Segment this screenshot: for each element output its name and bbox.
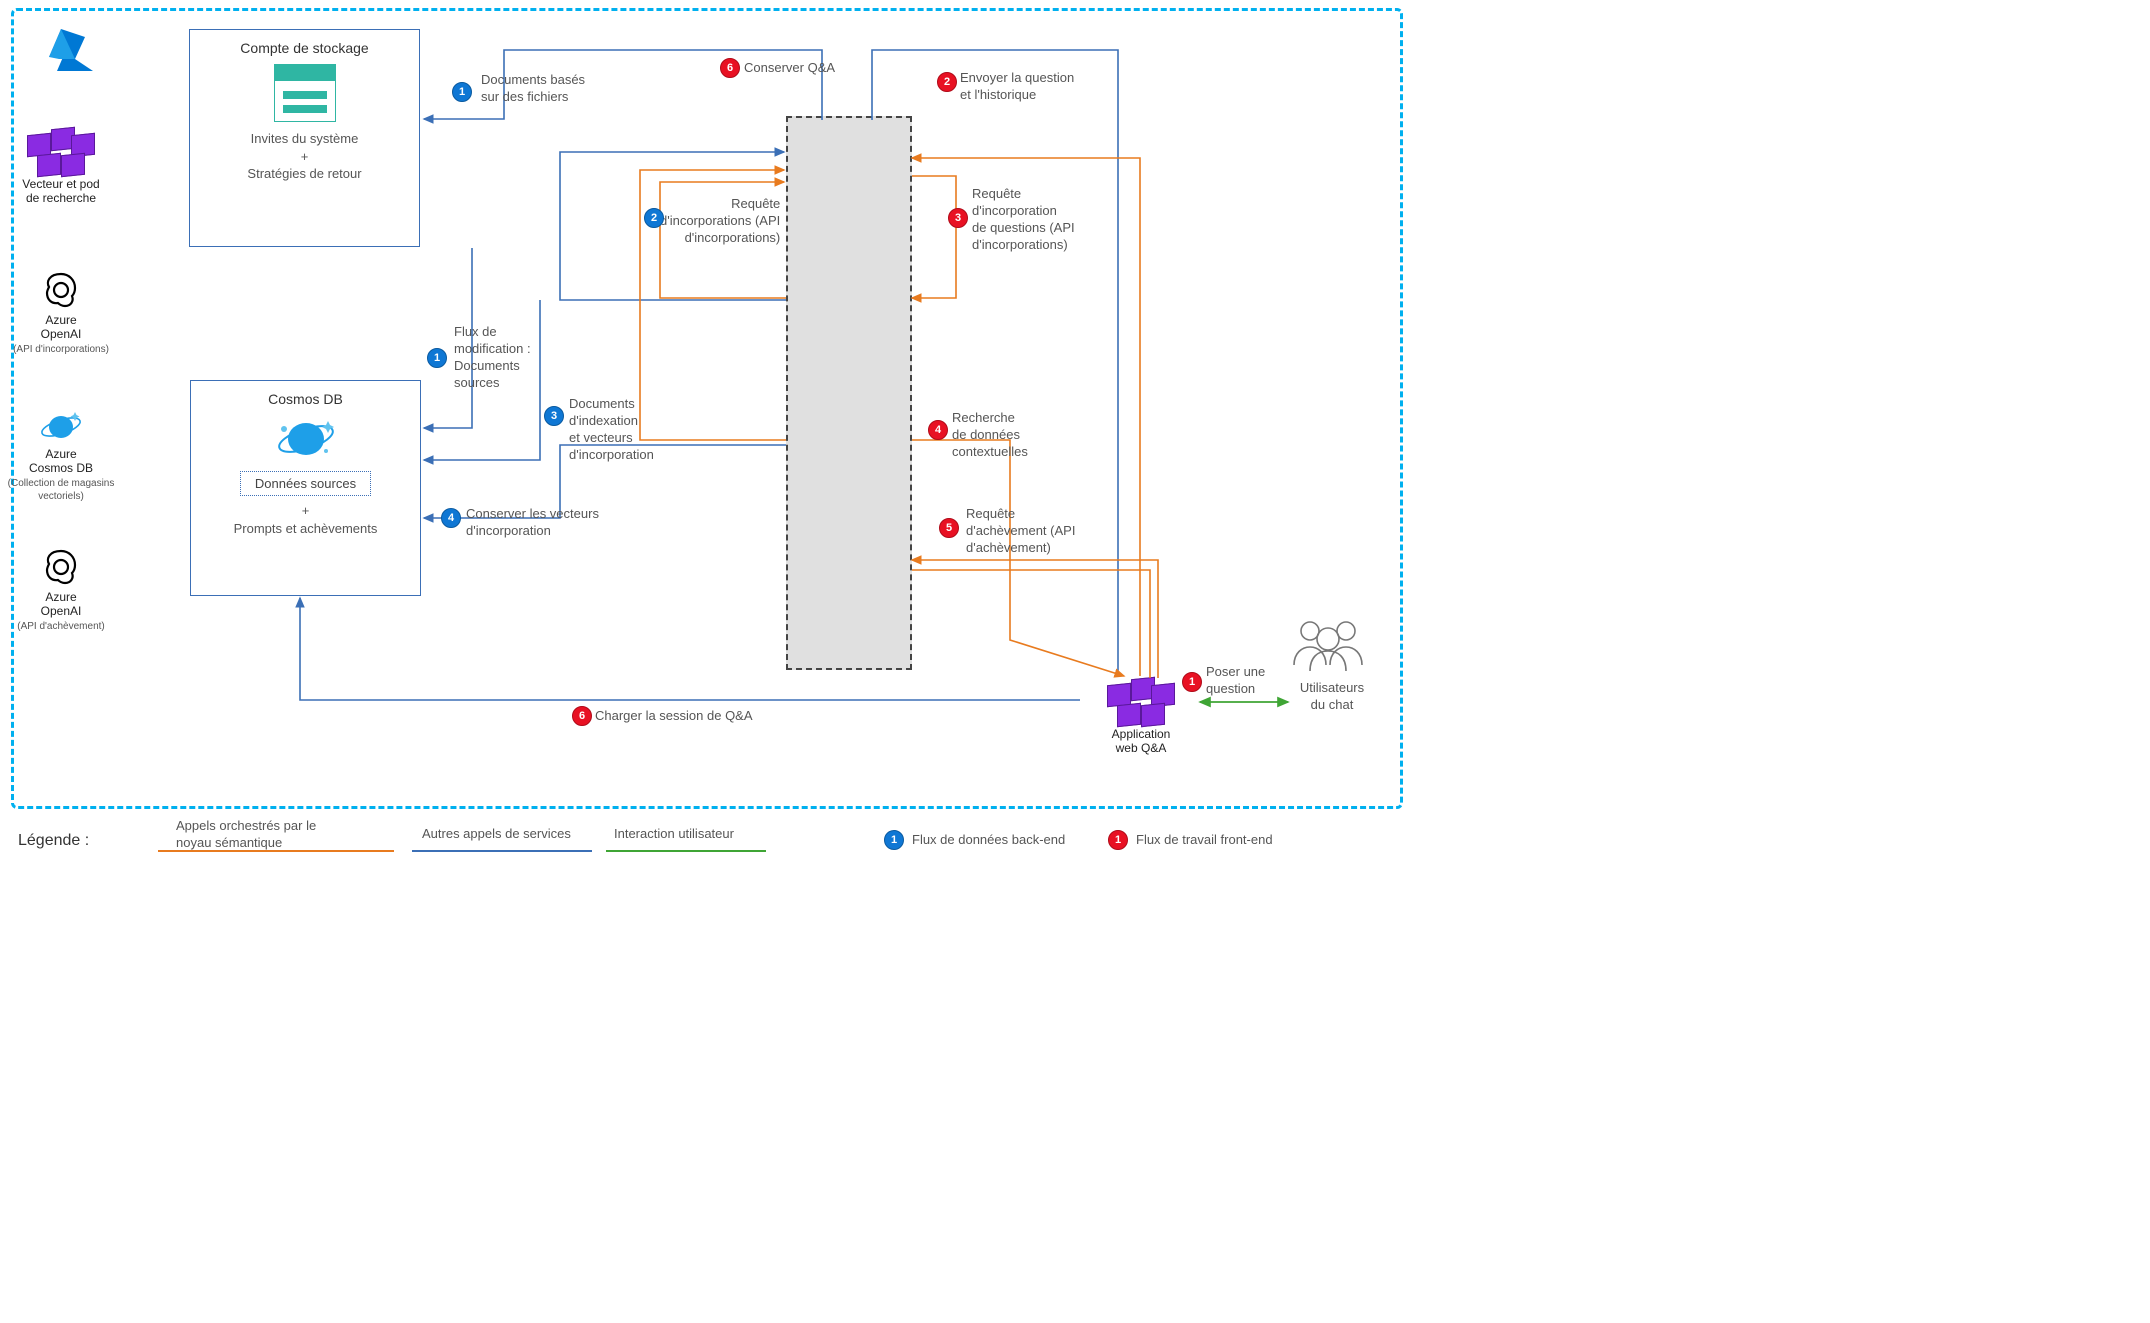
- openai-icon: [39, 268, 83, 312]
- step-red-5: 5: [939, 518, 959, 538]
- step-blue-1a: 1: [452, 82, 472, 102]
- legend-green: Interaction utilisateur: [614, 826, 734, 843]
- storage-sub1: Invites du système: [198, 130, 411, 148]
- cosmos-db-icon: [276, 415, 336, 463]
- step-red-3: 3: [948, 208, 968, 228]
- label-req-achev: Requête d'achèvement (API d'achèvement): [966, 506, 1075, 557]
- vector-search-service: Vecteur et podde recherche: [0, 128, 122, 206]
- cosmos-title: Cosmos DB: [199, 391, 412, 407]
- step-red-6a: 6: [720, 58, 740, 78]
- legend-line-blue: [412, 850, 592, 852]
- legend-title: Légende :: [18, 832, 89, 850]
- step-blue-1b: 1: [427, 348, 447, 368]
- cosmos-small-icon: [39, 408, 83, 446]
- storage-icon: [274, 64, 336, 122]
- legend-orange: Appels orchestrés par le noyau sémantiqu…: [176, 818, 316, 852]
- legend-num-blue: 1: [884, 830, 904, 850]
- users-icon: [1290, 615, 1366, 673]
- label-conserver-qa: Conserver Q&A: [744, 60, 835, 77]
- step-red-1: 1: [1182, 672, 1202, 692]
- legend-backend: Flux de données back-end: [912, 832, 1065, 849]
- label-conserver-vec: Conserver les vecteurs d'incorporation: [466, 506, 599, 540]
- label-docs-index: Documents d'indexation et vecteurs d'inc…: [569, 396, 654, 464]
- legend-line-orange: [158, 850, 394, 852]
- step-blue-2: 2: [644, 208, 664, 228]
- label-charger-session: Charger la session de Q&A: [595, 708, 753, 725]
- label-envoyer-q: Envoyer la question et l'historique: [960, 70, 1074, 104]
- webapp-service: Applicationweb Q&A: [1080, 678, 1202, 756]
- storage-title: Compte de stockage: [198, 40, 411, 56]
- step-red-2: 2: [937, 72, 957, 92]
- label-req-incorp-q: Requête d'incorporation de questions (AP…: [972, 186, 1075, 254]
- step-blue-3: 3: [544, 406, 564, 426]
- label-poser-q: Poser une question: [1206, 664, 1265, 698]
- cosmos-plus: +: [199, 502, 412, 520]
- cosmos-db-box: Cosmos DB Données sources + Prompts et a…: [190, 380, 421, 596]
- label-recherche-ctx: Recherche de données contextuelles: [952, 410, 1028, 461]
- azure-cosmos-vector: AzureCosmos DB(Collection de magasins ve…: [0, 408, 122, 503]
- legend-num-red: 1: [1108, 830, 1128, 850]
- storage-plus: +: [198, 148, 411, 166]
- containers-icon: [1107, 678, 1175, 728]
- step-blue-4: 4: [441, 508, 461, 528]
- users-label: Utilisateursdu chat: [1290, 680, 1374, 714]
- legend-blue: Autres appels de services: [422, 826, 571, 843]
- cosmos-inner: Données sources: [240, 471, 371, 496]
- azure-openai-completion: AzureOpenAI(API d'achèvement): [0, 545, 122, 632]
- legend-frontend: Flux de travail front-end: [1136, 832, 1273, 849]
- step-red-4: 4: [928, 420, 948, 440]
- azure-openai-embeddings: AzureOpenAI(API d'incorporations): [0, 268, 122, 355]
- label-flux-modif: Flux de modification : Documents sources: [454, 324, 531, 392]
- legend-line-green: [606, 850, 766, 852]
- containers-icon: [27, 128, 95, 178]
- openai-icon: [39, 545, 83, 589]
- storage-account-box: Compte de stockage Invites du système + …: [189, 29, 420, 247]
- cosmos-sub2: Prompts et achèvements: [199, 520, 412, 538]
- architecture-diagram: Compte de stockage Invites du système + …: [0, 0, 1475, 908]
- azure-logo-icon: [41, 27, 101, 75]
- services-column: [786, 116, 912, 670]
- storage-sub2: Stratégies de retour: [198, 165, 411, 183]
- label-docs-files: Documents basés sur des fichiers: [481, 72, 585, 106]
- legend: Légende : Appels orchestrés par le noyau…: [18, 818, 1458, 888]
- step-red-6b: 6: [572, 706, 592, 726]
- label-req-incorp: Requête d'incorporations (API d'incorpor…: [660, 196, 780, 247]
